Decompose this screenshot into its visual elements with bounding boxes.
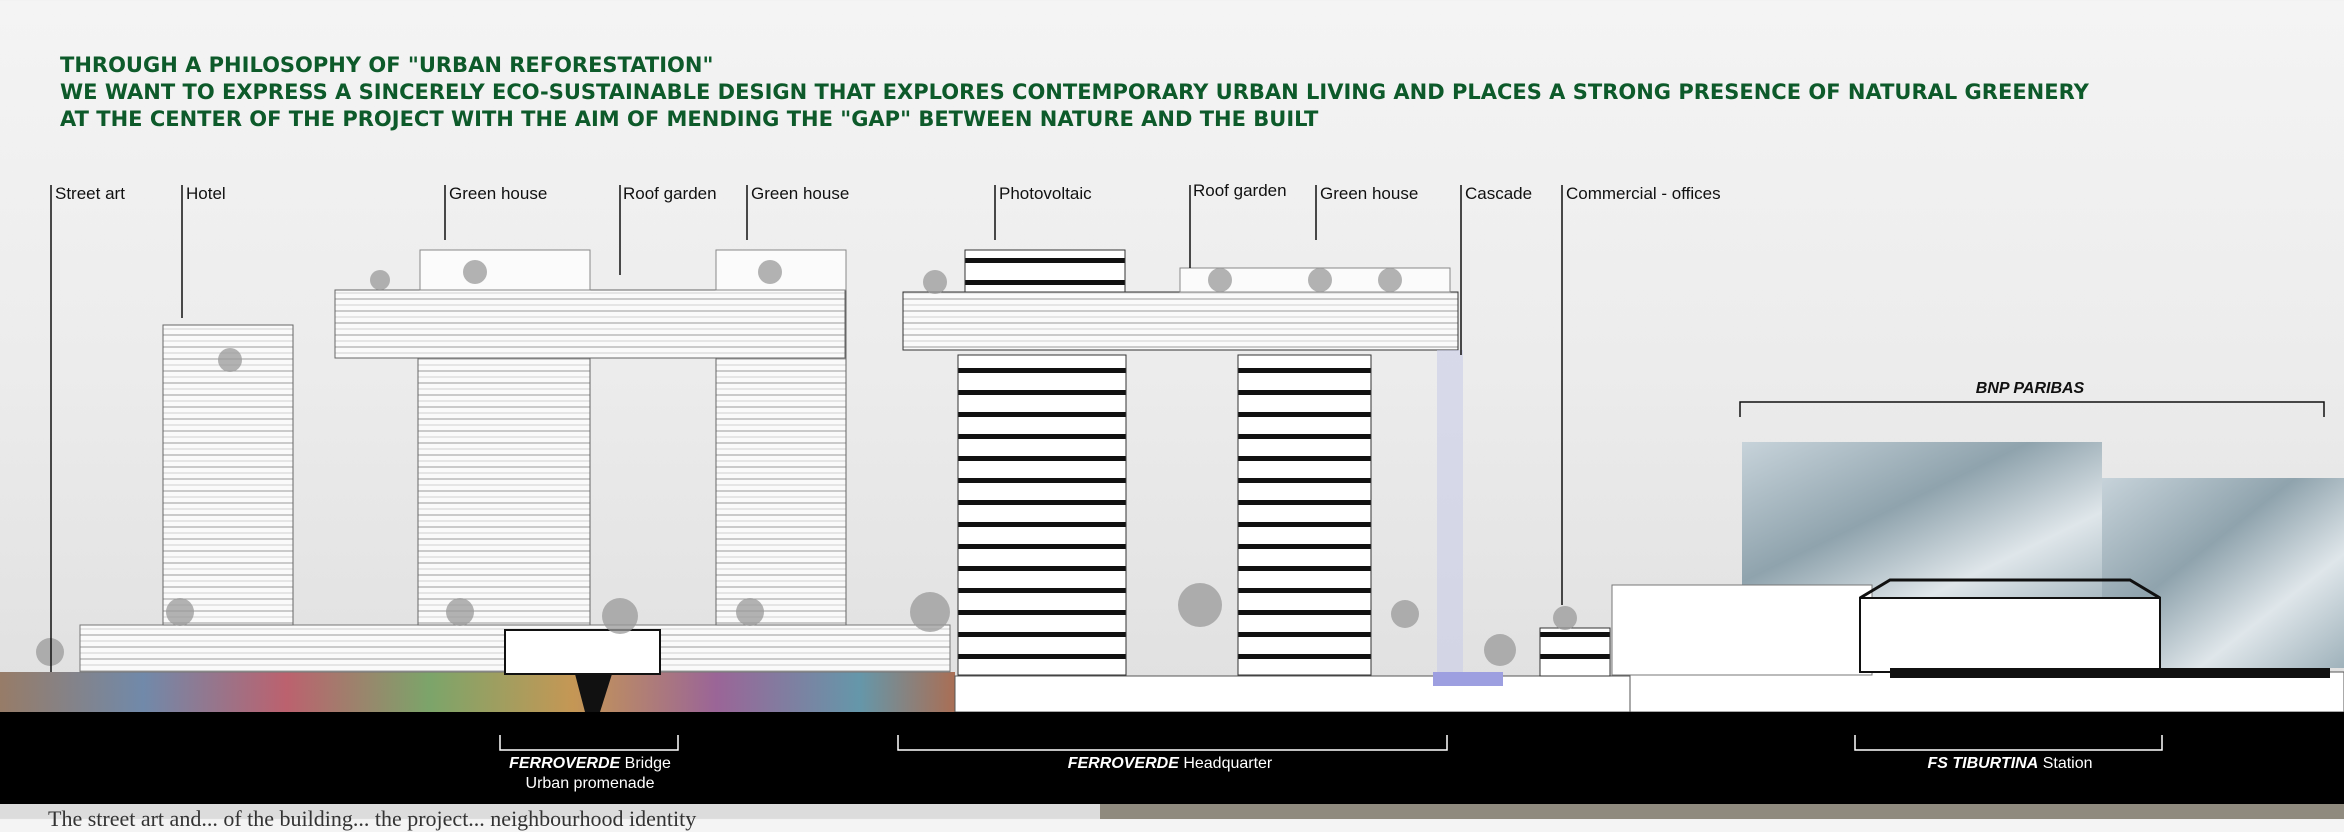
aerial-strip <box>1100 804 2344 819</box>
station-platform <box>1890 668 2330 678</box>
elevation-drawing <box>0 185 2344 819</box>
hq-tower-left <box>957 354 1127 676</box>
hq-sky-bridge <box>902 291 1459 351</box>
hq-tower-right <box>1237 354 1372 676</box>
caption-ferroverde-bridge: FERROVERDE Bridge Urban promenade <box>480 754 700 794</box>
caption-fs-tiburtina: FS TIBURTINA Station <box>1880 754 2140 774</box>
ferroverde-bridge <box>504 629 661 675</box>
hq-photovoltaic-top <box>964 249 1126 293</box>
label-hotel: Hotel <box>186 184 226 203</box>
bnp-bracket <box>1739 401 2325 417</box>
label-bnp-paribas: BNP PARIBAS <box>1975 380 2085 397</box>
label-green-house-2: Green house <box>751 184 850 203</box>
left-sky-bridge <box>334 289 846 359</box>
caption-station-word: Station <box>2042 755 2093 772</box>
footer-caption: The street art and... of the building...… <box>48 806 697 831</box>
commercial-block <box>1539 627 1611 677</box>
cascade-pool <box>1433 672 1503 686</box>
label-cascade: Cascade <box>1465 184 1533 203</box>
caption-station-brand: FS TIBURTINA <box>1927 755 2039 772</box>
label-green-house-3: Green house <box>1320 184 1419 203</box>
caption-hq-brand: FERROVERDE <box>1067 755 1179 772</box>
caption-bridge-sub: Urban promenade <box>525 775 655 792</box>
label-street-art: Street art <box>55 184 125 203</box>
label-commercial-offices: Commercial - offices <box>1566 184 1721 203</box>
label-roof-garden-1: Roof garden <box>623 184 717 203</box>
caption-hq-word: Headquarter <box>1183 755 1273 772</box>
cascade-water <box>1437 350 1463 675</box>
street-art-mural <box>0 672 955 712</box>
station-canopy <box>1859 597 2161 673</box>
label-green-house-1: Green house <box>449 184 548 203</box>
label-photovoltaic: Photovoltaic <box>999 184 1092 203</box>
hq-podium <box>954 675 1636 713</box>
station-volume <box>1611 584 1873 676</box>
label-roof-garden-2: Roof garden <box>1193 181 1287 200</box>
caption-ferroverde-hq: FERROVERDE Headquarter <box>1020 754 1320 774</box>
caption-bridge-word: Bridge <box>624 755 671 772</box>
caption-bridge-brand: FERROVERDE <box>509 755 621 772</box>
rooftop-greenhouse-1 <box>419 249 591 291</box>
